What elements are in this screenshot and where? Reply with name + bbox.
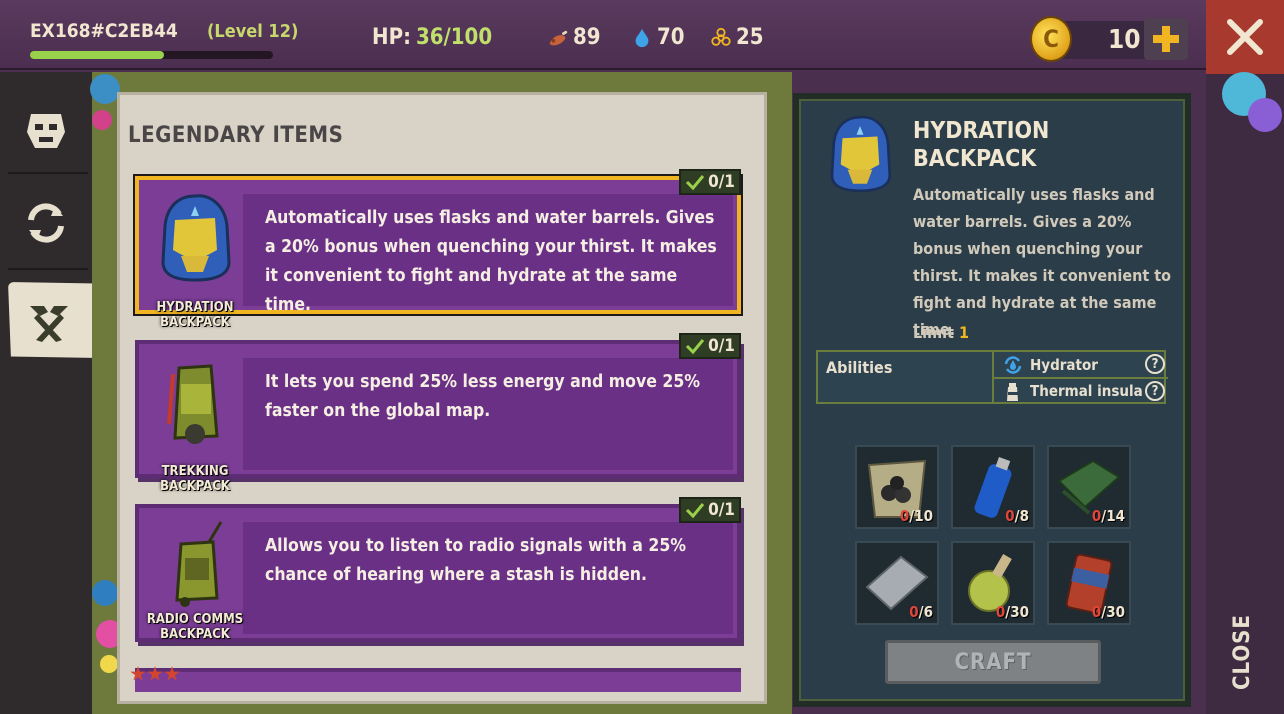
radio-comms-backpack-icon [175, 521, 223, 607]
radiation-stat: 25 [710, 25, 764, 50]
detail-limit-value: 1 [959, 323, 970, 342]
item-name: HYDRATION BACKPACK [156, 300, 234, 330]
item-card-next[interactable] [135, 668, 741, 692]
ability-name: Hydrator [1030, 355, 1098, 374]
thermal-flask-icon [1007, 383, 1018, 401]
checkmark-icon [686, 339, 705, 355]
ability-thermal-insulation[interactable]: Thermal insulatio ? [994, 377, 1168, 402]
abilities-label: Abilities [826, 358, 893, 377]
item-limit-badge: 0/1 [679, 169, 741, 195]
hp-value: 36/100 [416, 25, 493, 50]
radiation-value: 25 [736, 25, 764, 50]
detail-description: Automatically uses flasks and water barr… [913, 185, 1172, 339]
close-button[interactable] [1206, 0, 1284, 74]
rarity-stars [130, 666, 180, 682]
help-icon[interactable]: ? [1145, 381, 1165, 401]
crafting-hammer-icon [30, 306, 68, 342]
ability-name: Thermal insulatio [1030, 381, 1142, 400]
water-value: 70 [657, 25, 685, 50]
xp-fill [30, 51, 164, 59]
item-name: TREKKING BACKPACK [160, 464, 230, 494]
item-description: Automatically uses flasks and water barr… [265, 208, 717, 315]
plus-icon [1153, 26, 1179, 52]
water-drop-icon [635, 28, 649, 47]
item-description: It lets you spend 25% less energy and mo… [265, 372, 701, 421]
item-limit-badge: 0/1 [679, 333, 741, 359]
checkmark-icon [686, 175, 705, 191]
detail-title: HYDRATION BACKPACK [913, 118, 1050, 172]
close-label-button[interactable]: CLOSE [1230, 614, 1255, 690]
ability-hydrator[interactable]: Hydrator ? [994, 352, 1168, 377]
hydration-backpack-icon [830, 115, 892, 193]
resource-slot[interactable]: 0/14 [1047, 445, 1131, 529]
hydration-backpack-icon [161, 194, 231, 282]
add-coins-button[interactable] [1144, 18, 1188, 60]
detail-limit-label: Limit [913, 323, 954, 342]
top-bar: EX168#C2EB44 (Level 12) HP: 36/100 89 70… [0, 0, 1284, 74]
player-id: EX168#C2EB44 [30, 20, 178, 42]
player-level: (Level 12) [207, 21, 299, 42]
meat-icon [549, 30, 568, 45]
water-stat: 70 [631, 25, 685, 50]
help-icon[interactable]: ? [1145, 354, 1165, 374]
resource-slot[interactable]: 0/10 [855, 445, 939, 529]
resource-slot[interactable]: 0/6 [855, 541, 939, 625]
refresh-tab[interactable] [0, 178, 92, 268]
refresh-icon [28, 203, 64, 243]
resource-slot[interactable]: 0/8 [951, 445, 1035, 529]
coin-count: 10 [1108, 25, 1141, 55]
coin-icon: C [1030, 16, 1072, 62]
close-icon [1227, 19, 1263, 55]
hydrator-icon [1004, 356, 1022, 374]
food-stat: 89 [547, 25, 601, 50]
item-card-trekking-backpack[interactable]: It lets you spend 25% less energy and mo… [135, 340, 741, 478]
left-rail [0, 72, 104, 714]
food-value: 89 [573, 25, 601, 50]
biohazard-icon [711, 27, 731, 46]
coin-counter: C 10 [1030, 16, 1190, 62]
zombie-face-icon [27, 114, 65, 148]
xp-bar [30, 51, 273, 59]
character-tab[interactable] [0, 84, 92, 174]
resource-slot[interactable]: 0/30 [1047, 541, 1131, 625]
resource-slot[interactable]: 0/30 [951, 541, 1035, 625]
trekking-backpack-icon [167, 364, 219, 444]
hp-label: HP: [372, 25, 411, 50]
item-card-hydration-backpack[interactable]: Automatically uses flasks and water barr… [135, 176, 741, 315]
checkmark-icon [686, 503, 705, 519]
item-description: Allows you to listen to radio signals wi… [265, 536, 687, 585]
craft-button[interactable]: CRAFT [885, 640, 1101, 684]
item-name: RADIO COMMS BACKPACK [146, 612, 244, 642]
section-title: LEGENDARY ITEMS [128, 123, 344, 148]
abilities-table: Abilities Hydrator ? Thermal insulatio ? [816, 350, 1168, 404]
item-limit-badge: 0/1 [679, 497, 741, 523]
